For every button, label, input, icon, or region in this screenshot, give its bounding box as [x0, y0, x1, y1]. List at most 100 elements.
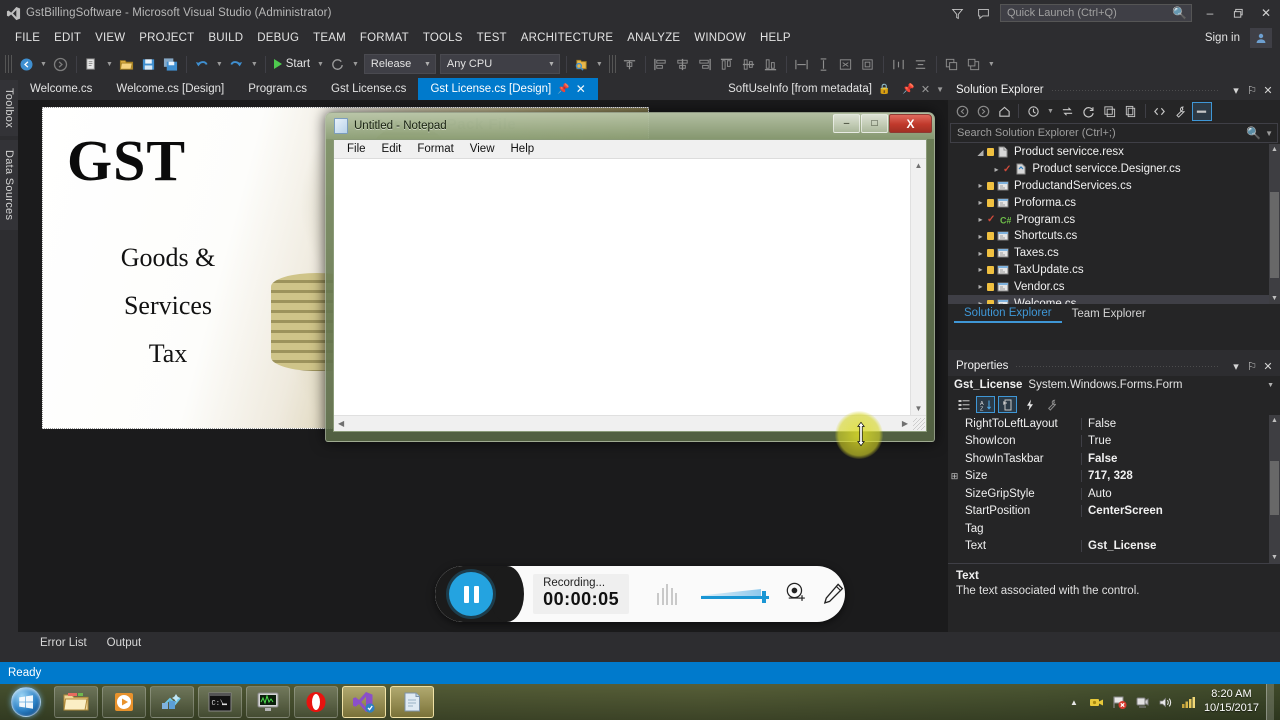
system-monitor-icon[interactable] — [246, 686, 290, 718]
sync-with-active-document-icon[interactable] — [1058, 102, 1078, 121]
start-dropdown[interactable]: ▼ — [314, 61, 327, 68]
restore-button[interactable] — [1224, 0, 1252, 26]
configuration-combo[interactable]: Release ▼ — [363, 54, 436, 74]
tree-item-proforma-cs[interactable]: ▸ Proforma.cs — [948, 194, 1280, 211]
find-in-files-icon[interactable] — [571, 53, 593, 75]
format-toolbar-grip[interactable] — [608, 55, 616, 73]
menu-item-team[interactable]: TEAM — [306, 29, 353, 47]
vertical-spacing-icon[interactable] — [910, 53, 932, 75]
toolbar-grip[interactable] — [5, 55, 12, 73]
scroll-up-icon[interactable]: ▲ — [1271, 146, 1278, 153]
expander-icon[interactable]: ▸ — [974, 249, 987, 258]
annotation-pen-icon[interactable] — [822, 582, 845, 606]
scroll-right-icon[interactable]: ▶ — [898, 417, 912, 430]
form-designer-surface[interactable]: GST Goods & Services Tax Generate Pack F… — [18, 100, 948, 632]
scroll-down-icon[interactable]: ▼ — [1271, 554, 1278, 561]
notepad-minimize-button[interactable]: – — [833, 114, 860, 133]
tree-item-taxes-cs[interactable]: ▸ Taxes.cs — [948, 245, 1280, 262]
notepad-menu-view[interactable]: View — [463, 142, 502, 156]
notepad-maximize-button[interactable]: □ — [861, 114, 888, 133]
align-bottoms-icon[interactable] — [760, 53, 782, 75]
collapse-all-icon[interactable] — [1100, 102, 1120, 121]
find-options-dropdown[interactable]: ▼ — [593, 61, 606, 68]
notepad-menu-file[interactable]: File — [340, 142, 373, 156]
scrollbar-thumb[interactable] — [1270, 192, 1279, 278]
taskbar-clock[interactable]: 8:20 AM 10/15/2017 — [1204, 688, 1259, 716]
property-row-tag[interactable]: Tag — [948, 520, 1280, 538]
align-rights-icon[interactable] — [694, 53, 716, 75]
view-code-icon[interactable] — [1150, 102, 1170, 121]
command-prompt-icon[interactable]: C:\ — [198, 686, 242, 718]
align-lefts-icon[interactable] — [650, 53, 672, 75]
tab-output[interactable]: Output — [99, 635, 150, 651]
new-project-dropdown[interactable]: ▼ — [103, 61, 116, 68]
property-row-startposition[interactable]: StartPosition CenterScreen — [948, 503, 1280, 521]
volume-icon[interactable] — [1158, 694, 1174, 710]
expand-property-icon[interactable]: ⊞ — [948, 471, 961, 482]
undo-icon[interactable] — [191, 53, 213, 75]
back-icon[interactable] — [952, 102, 972, 121]
home-icon[interactable] — [994, 102, 1014, 121]
menu-item-edit[interactable]: EDIT — [47, 29, 88, 47]
events-icon[interactable] — [1020, 396, 1039, 413]
scrollbar-thumb[interactable] — [1270, 461, 1279, 515]
property-row-righttoleftlayout[interactable]: RightToLeftLayout False — [948, 415, 1280, 433]
battery-icon[interactable] — [1181, 694, 1197, 710]
alphabetical-icon[interactable]: AZ — [976, 396, 995, 413]
pin-panel-icon[interactable]: ⚐ — [1244, 358, 1260, 374]
toolbar-overflow-button[interactable]: ▼ — [985, 61, 998, 68]
redo-dropdown[interactable]: ▼ — [248, 61, 261, 68]
notepad-menu-edit[interactable]: Edit — [375, 142, 409, 156]
align-tops-icon[interactable] — [716, 53, 738, 75]
pin-tab-icon[interactable]: 📌 — [902, 84, 914, 95]
flag-action-center-icon[interactable] — [1112, 694, 1128, 710]
network-icon[interactable] — [1135, 694, 1151, 710]
expander-icon[interactable]: ▸ — [974, 232, 987, 241]
windows-start-orb-icon[interactable] — [2, 685, 50, 719]
redo-icon[interactable] — [226, 53, 248, 75]
close-panel-icon[interactable]: ✕ — [1260, 358, 1276, 374]
scroll-up-icon[interactable]: ▲ — [911, 159, 927, 172]
new-project-icon[interactable] — [81, 53, 103, 75]
tab-gst-license-cs-design[interactable]: Gst License.cs [Design] 📌 ✕ — [418, 78, 598, 100]
notepad-text-area[interactable] — [334, 159, 910, 415]
sidebar-item-data-sources[interactable]: Data Sources — [0, 140, 18, 230]
property-value[interactable]: False — [1081, 417, 1280, 430]
tab-team-explorer[interactable]: Team Explorer — [1062, 306, 1156, 322]
pin-panel-icon[interactable]: ⚐ — [1244, 82, 1260, 98]
menu-item-help[interactable]: HELP — [753, 29, 798, 47]
scroll-down-icon[interactable]: ▼ — [911, 402, 927, 415]
solution-explorer-search[interactable]: 🔍 ▼ — [950, 123, 1278, 143]
feedback-filter-icon[interactable] — [944, 0, 970, 26]
quick-launch-input[interactable] — [1007, 7, 1173, 19]
align-centers-icon[interactable] — [672, 53, 694, 75]
scroll-down-icon[interactable]: ▼ — [1271, 295, 1278, 302]
menu-item-debug[interactable]: DEBUG — [250, 29, 306, 47]
property-row-showicon[interactable]: ShowIcon True — [948, 433, 1280, 451]
preview-selected-items-icon[interactable] — [1191, 101, 1212, 121]
menu-item-file[interactable]: FILE — [8, 29, 47, 47]
tab-softuseinfo-metadata[interactable]: SoftUseInfo [from metadata] 🔒 — [716, 78, 903, 100]
align-middles-icon[interactable] — [738, 53, 760, 75]
expander-icon[interactable]: ◢ — [974, 148, 987, 157]
sidebar-item-toolbox[interactable]: Toolbox — [0, 80, 18, 136]
close-panel-icon[interactable]: ✕ — [1260, 82, 1276, 98]
start-debug-button[interactable]: Start — [270, 58, 314, 70]
file-explorer-icon[interactable] — [54, 686, 98, 718]
windows-media-player-icon[interactable] — [102, 686, 146, 718]
expander-icon[interactable]: ▸ — [974, 198, 987, 207]
notepad-icon[interactable] — [390, 686, 434, 718]
tab-solution-explorer[interactable]: Solution Explorer — [954, 305, 1062, 323]
tab-welcome-cs-design[interactable]: Welcome.cs [Design] — [104, 78, 237, 100]
expander-icon[interactable]: ▸ — [974, 299, 987, 304]
expander-icon[interactable]: ▸ — [974, 215, 987, 224]
open-file-icon[interactable] — [116, 53, 138, 75]
send-feedback-icon[interactable] — [970, 0, 996, 26]
property-row-text[interactable]: Text Gst_License — [948, 538, 1280, 556]
tree-item-product-servicce-designer-cs[interactable]: ▸ ✓ Product servicce.Designer.cs — [948, 161, 1280, 178]
resize-grip-icon[interactable] — [913, 418, 925, 430]
menu-item-architecture[interactable]: ARCHITECTURE — [514, 29, 621, 47]
volume-thumb[interactable] — [761, 591, 766, 603]
solution-explorer-scrollbar[interactable]: ▲ ▼ — [1269, 144, 1280, 304]
property-row-size[interactable]: ⊞ Size 717, 328 — [948, 468, 1280, 486]
